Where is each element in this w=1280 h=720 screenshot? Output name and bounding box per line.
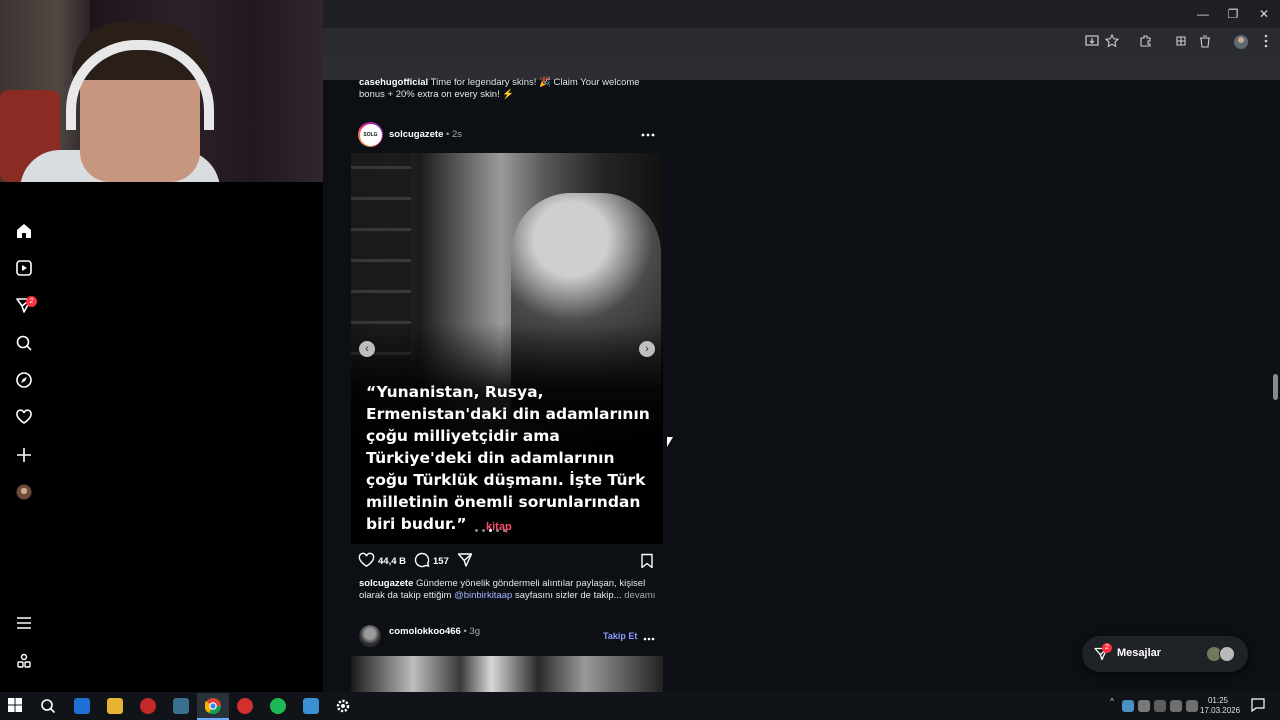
restore-button[interactable]: ❐ (1218, 4, 1248, 24)
caption-more-link[interactable]: devamı (624, 590, 655, 601)
profile-avatar-icon[interactable] (1233, 34, 1249, 50)
carousel-next-button[interactable]: › (639, 341, 655, 357)
like-group: 44,4 B 157 (358, 552, 473, 570)
minimize-button[interactable]: — (1188, 4, 1218, 24)
chat-avatar-2 (1219, 646, 1235, 662)
tray-volume-icon[interactable] (1186, 700, 1198, 712)
extensions-icon[interactable] (1138, 34, 1154, 50)
also-from-meta-icon[interactable] (12, 649, 36, 673)
tray-clock[interactable]: 01:25 17.03.2026 (1200, 696, 1241, 716)
close-button[interactable]: ✕ (1249, 4, 1279, 24)
file-explorer-icon[interactable] (107, 698, 123, 714)
tray-discord-icon[interactable] (1138, 700, 1150, 712)
browser-titlebar (323, 0, 1280, 28)
tray-chevron-icon[interactable]: ^ (1106, 697, 1118, 707)
follow-button[interactable]: Takip Et (603, 631, 637, 641)
sidebar (0, 182, 323, 692)
share-icon[interactable] (457, 552, 473, 571)
post-options-icon[interactable] (641, 124, 655, 140)
scrollbar-thumb[interactable] (1273, 374, 1278, 400)
messages-badge: 2 (26, 296, 37, 307)
address-bar[interactable] (323, 28, 1280, 56)
tray-time: 01:25 (1207, 696, 1229, 705)
post-avatar-ring[interactable]: SOLG (358, 122, 383, 147)
extension-puzzle-icon[interactable] (1173, 34, 1189, 50)
like-count[interactable]: 44,4 B (378, 556, 406, 567)
save-bookmark-icon[interactable] (640, 552, 654, 570)
bookmark-star-icon[interactable] (1104, 33, 1120, 50)
search-icon[interactable] (12, 331, 36, 355)
chrome-taskbar-active[interactable] (197, 693, 229, 720)
next-post-avatar[interactable] (359, 625, 381, 647)
install-app-icon[interactable] (1084, 34, 1100, 50)
calculator-icon[interactable] (173, 698, 189, 714)
messages-pill[interactable]: 2 Mesajlar (1082, 636, 1248, 672)
notification-center-icon[interactable] (1251, 698, 1267, 714)
page-scrollbar[interactable] (1271, 80, 1280, 692)
windows-start-icon[interactable] (8, 698, 24, 714)
spotify-icon[interactable] (270, 698, 286, 714)
carousel-dots (475, 529, 506, 532)
next-post-image[interactable] (351, 656, 663, 692)
home-icon[interactable] (12, 219, 36, 243)
notifications-heart-icon[interactable] (12, 405, 36, 429)
carousel-prev-button[interactable]: ‹ (359, 341, 375, 357)
tray-steam-icon[interactable] (1154, 700, 1166, 712)
comment-count[interactable]: 157 (433, 556, 449, 567)
settings-gear-icon[interactable] (335, 698, 351, 714)
opera-icon[interactable] (237, 698, 253, 714)
next-post-options-icon[interactable] (643, 628, 655, 644)
comment-icon[interactable] (414, 552, 430, 571)
webcam-overlay (0, 0, 323, 182)
post-avatar: SOLG (359, 123, 382, 146)
mouse-cursor (667, 437, 673, 447)
chrome-icon (205, 698, 221, 714)
profile-avatar-icon[interactable] (12, 480, 36, 504)
windows-taskbar (0, 692, 1280, 720)
post-time: • 2s (446, 129, 463, 140)
next-post-username[interactable]: comolokkoo466 (389, 626, 461, 637)
tray-date: 17.03.2026 (1200, 706, 1241, 715)
post-image[interactable]: “Yunanistan, Rusya, Ermenistan'daki din … (351, 153, 663, 544)
create-plus-icon[interactable] (12, 443, 36, 467)
tray-network-icon[interactable] (1170, 700, 1182, 712)
trash-icon[interactable] (1197, 34, 1213, 50)
messages-pill-badge: 2 (1102, 643, 1112, 653)
taskbar-search-icon[interactable] (40, 698, 56, 714)
prev-post-caption: casehugofficial Time for legendary skins… (359, 77, 659, 101)
caption-mention-link[interactable]: @binbirkitaap (454, 590, 512, 601)
messages-label: Mesajlar (1117, 647, 1162, 659)
screen: — ❐ ✕ 2 casehugofficial Time for legenda… (0, 0, 1280, 720)
taskbar-app-icon[interactable] (74, 698, 90, 714)
post-header: solcugazete • 2s (389, 129, 462, 140)
next-post-header: comolokkoo466 • 3g (389, 626, 480, 637)
post-quote-text: “Yunanistan, Rusya, Ermenistan'daki din … (366, 383, 650, 533)
post-username[interactable]: solcugazete (389, 129, 443, 140)
caption-username[interactable]: solcugazete (359, 578, 413, 589)
taskbar-recorder-icon[interactable] (140, 698, 156, 714)
next-post-time: • 3g (463, 626, 480, 637)
caption-rest: sayfasını sizler de takip... (514, 590, 622, 601)
post-caption: solcugazete Gündeme yönelik göndermeli a… (359, 578, 659, 602)
like-heart-icon[interactable] (358, 552, 375, 571)
taskbar-app-2-icon[interactable] (303, 698, 319, 714)
browser-menu-icon[interactable] (1258, 34, 1274, 50)
tray-app-icon[interactable] (1122, 700, 1134, 712)
explore-compass-icon[interactable] (12, 368, 36, 392)
more-menu-icon[interactable] (12, 611, 36, 635)
prev-post-username[interactable]: casehugofficial (359, 77, 428, 88)
reels-icon[interactable] (12, 256, 36, 280)
